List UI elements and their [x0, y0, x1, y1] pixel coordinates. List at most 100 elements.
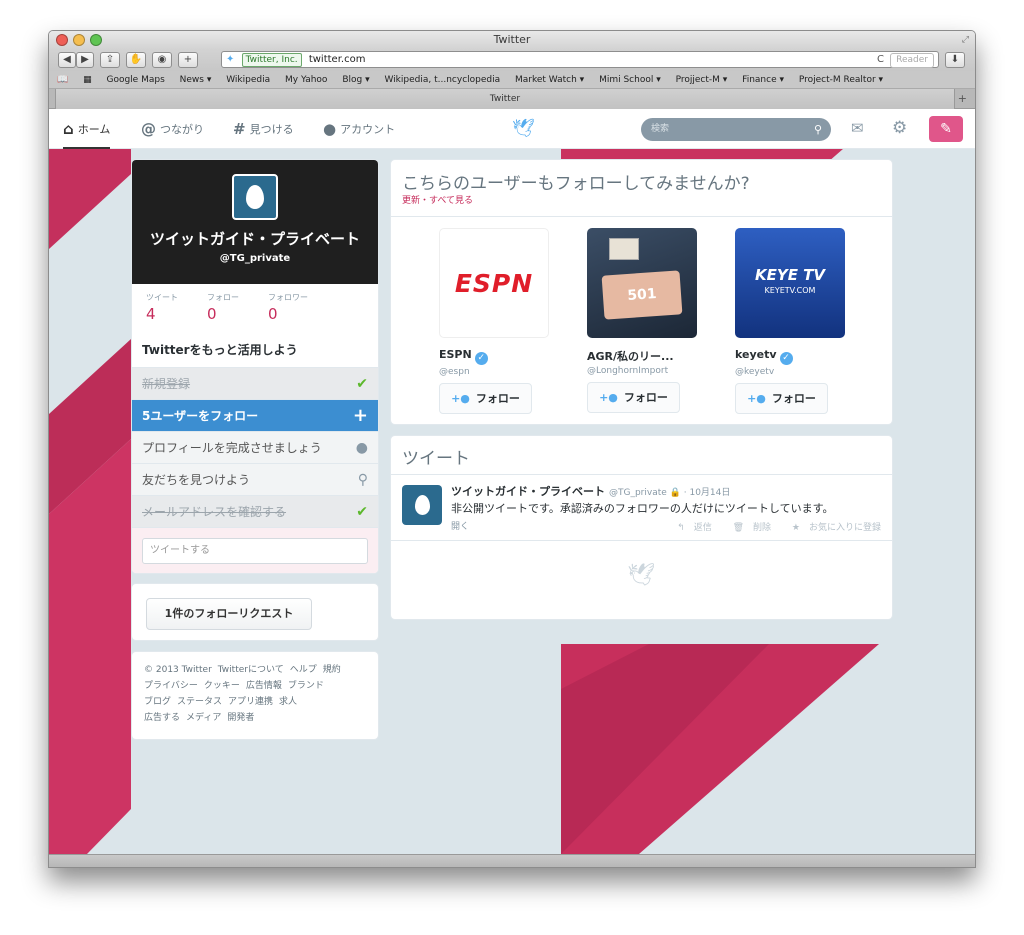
bookmarks-bar: 📖 ▦ Google Maps News ▾ Wikipedia My Yaho… [49, 71, 975, 89]
forward-button[interactable]: ▶ [76, 52, 94, 68]
zoom-window-button[interactable] [90, 34, 102, 46]
refresh-view-all-link[interactable]: 更新・すべて見る [402, 193, 473, 206]
footer-link[interactable]: プライバシー [144, 681, 198, 691]
tweet-expand-link[interactable]: 開く [451, 519, 469, 532]
keye-logo-sub: KEYETV.COM [764, 286, 816, 295]
footer-link[interactable]: 広告情報 [246, 681, 282, 691]
fullscreen-icon[interactable]: ⤢ [962, 31, 969, 49]
step-find-friends[interactable]: 友だちを見つけよう ⚲ [132, 463, 378, 495]
profile-cover[interactable]: ツイットガイド・プライベート @TG_private [132, 160, 378, 284]
add-user-icon: +● [599, 391, 618, 404]
stat-following[interactable]: フォロー 0 [207, 292, 239, 323]
footer-link[interactable]: 規約 [323, 665, 341, 675]
minimize-window-button[interactable] [73, 34, 85, 46]
tweet-author-name[interactable]: ツイットガイド・プライベート [451, 485, 605, 498]
tweet-header[interactable]: ツイットガイド・プライベート @TG_private 🔒 · 10月14日 [451, 483, 730, 499]
reader-button[interactable]: Reader [890, 53, 934, 68]
tweet-avatar[interactable] [402, 485, 442, 525]
footer-link[interactable]: 開発者 [227, 713, 254, 723]
twitter-bird-icon[interactable]: 🕊 [512, 118, 535, 139]
bookmark-item[interactable]: News ▾ [180, 75, 212, 85]
footer-link[interactable]: 求人 [279, 697, 297, 707]
bookmark-item[interactable]: Projject-M ▾ [676, 75, 728, 85]
footer-link[interactable]: Twitterについて [218, 665, 284, 675]
nav-discover[interactable]: # 見つける [233, 109, 294, 149]
suggested-user: 501 AGR/私のリー... @LonghornImport +● フォロー [587, 228, 717, 413]
twitter-favicon: ✦ [226, 54, 235, 65]
bookmark-item[interactable]: Project-M Realtor ▾ [799, 75, 883, 85]
profile-handle[interactable]: @TG_private [132, 253, 378, 264]
footer-link[interactable]: アプリ連携 [228, 697, 273, 707]
user-avatar[interactable]: 501 [587, 228, 697, 338]
tweet-input[interactable]: ツイートする [142, 538, 368, 564]
search-icon: ⚲ [357, 472, 368, 488]
downloads-button[interactable]: ⬇ [945, 52, 965, 68]
step-complete-profile[interactable]: プロフィールを完成させましょう ● [132, 431, 378, 463]
user-name[interactable]: ESPN [439, 348, 472, 361]
gear-icon[interactable]: ⚙ [892, 118, 907, 138]
user-handle[interactable]: @espn [439, 367, 569, 377]
bookmark-item[interactable]: My Yahoo [285, 75, 327, 85]
messages-icon[interactable]: ✉ [851, 119, 864, 137]
bookmark-item[interactable]: Blog ▾ [342, 75, 369, 85]
search-icon[interactable]: ⚲ [814, 118, 822, 141]
new-tab-button[interactable]: + [958, 92, 967, 105]
profile-name[interactable]: ツイットガイド・プライベート [132, 228, 378, 249]
step-signup[interactable]: 新規登録 ✔ [132, 367, 378, 399]
user-name[interactable]: AGR/私のリー... [587, 348, 717, 364]
add-bookmark-button[interactable]: + [178, 52, 198, 68]
favorite-action[interactable]: ★ お気に入りに登録 [783, 523, 881, 533]
reply-action[interactable]: ↰ 返信 [668, 523, 712, 533]
follow-button[interactable]: +● フォロー [735, 383, 828, 414]
search-input[interactable]: 検索 ⚲ [641, 118, 831, 141]
top-sites-icon[interactable]: ▦ [83, 75, 92, 85]
address-bar[interactable]: ✦ Twitter, Inc. twitter.com C Reader [221, 51, 939, 68]
footer-link[interactable]: ブランド [288, 681, 324, 691]
keye-logo: KEYE TV [754, 266, 826, 284]
avatar[interactable] [232, 174, 278, 220]
back-button[interactable]: ◀ [58, 52, 76, 68]
stat-followers[interactable]: フォロワー 0 [268, 292, 308, 323]
status-bar [49, 854, 975, 867]
verified-icon: ✓ [779, 352, 793, 365]
user-avatar[interactable]: KEYE TV KEYETV.COM [735, 228, 845, 338]
tweet-date[interactable]: 10月14日 [689, 488, 730, 498]
delete-action[interactable]: 🗑 削除 [724, 523, 771, 533]
follow-button[interactable]: +● フォロー [587, 382, 680, 413]
compose-tweet-button[interactable]: ✎ [929, 116, 963, 142]
ext-button[interactable]: ✋ [126, 52, 146, 68]
step-confirm-email[interactable]: メールアドレスを確認する ✔ [132, 495, 378, 527]
bookmark-item[interactable]: Wikipedia, t...ncyclopedia [384, 75, 500, 85]
footer-link[interactable]: ヘルプ [290, 665, 317, 675]
nav-account[interactable]: ● アカウント [323, 109, 395, 149]
user-handle[interactable]: @keyetv [735, 367, 865, 377]
reload-icon[interactable]: C [877, 52, 884, 67]
bookmark-item[interactable]: Mimi School ▾ [599, 75, 661, 85]
bookmark-item[interactable]: Wikipedia [226, 75, 270, 85]
bookmark-item[interactable]: Market Watch ▾ [515, 75, 584, 85]
record-icon: ◉ [157, 54, 167, 65]
follow-button[interactable]: +● フォロー [439, 383, 532, 414]
user-handle[interactable]: @LonghornImport [587, 366, 717, 376]
step-follow-users[interactable]: 5ユーザーをフォロー + [132, 399, 378, 431]
share-button[interactable]: ⇪ [100, 52, 120, 68]
site-identity-badge[interactable]: Twitter, Inc. [241, 53, 302, 67]
footer-link[interactable]: 広告する [144, 713, 180, 723]
footer-link[interactable]: ステータス [177, 697, 222, 707]
footer-link[interactable]: メディア [186, 713, 221, 723]
bookmark-item[interactable]: Google Maps [106, 75, 164, 85]
bookmark-item[interactable]: Finance ▾ [742, 75, 784, 85]
tweet-text: 非公開ツイートです。承認済みのフォロワーの人だけにツイートしています。 [451, 502, 834, 515]
footer-link[interactable]: ブログ [144, 697, 171, 707]
nav-connect[interactable]: @ つながり [141, 109, 204, 149]
stat-tweets[interactable]: ツイート 4 [146, 292, 178, 323]
follow-request-button[interactable]: 1件のフォローリクエスト [146, 598, 312, 630]
reading-list-icon[interactable]: 📖 [57, 75, 68, 85]
user-name[interactable]: keyetv [735, 348, 777, 361]
user-avatar[interactable]: ESPN [439, 228, 549, 338]
tab-twitter[interactable]: Twitter [55, 89, 955, 109]
record-button[interactable]: ◉ [152, 52, 172, 68]
footer-link[interactable]: クッキー [204, 681, 240, 691]
nav-home[interactable]: ⌂ ホーム [63, 109, 111, 149]
close-window-button[interactable] [56, 34, 68, 46]
